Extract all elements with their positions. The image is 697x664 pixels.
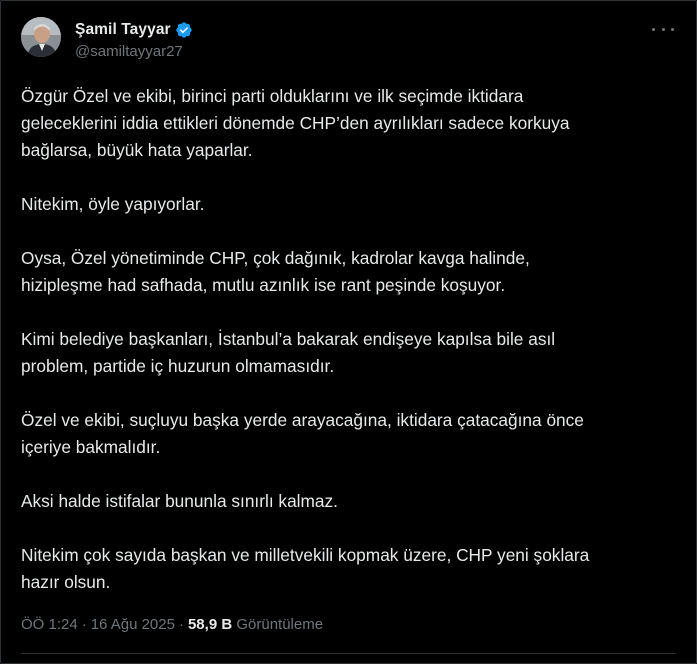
tweet-line: geleceklerini iddia ettikleri dönemde CH… [21,113,570,133]
verified-badge-icon [175,21,193,39]
tweet-line: hazır olsun. [21,572,111,592]
tweet-card: Şamil Tayyar @samiltayyar27 Özgür Özel v… [0,0,697,664]
author-handle[interactable]: @samiltayyar27 [75,43,183,60]
author-name-row: Şamil Tayyar [75,20,193,40]
tweet-header: Şamil Tayyar @samiltayyar27 [21,17,676,65]
tweet-line: Nitekim çok sayıda başkan ve milletvekil… [21,545,590,565]
tweet-paragraph: Aksi halde istifalar bununla sınırlı kal… [21,488,661,515]
tweet-line: Nitekim, öyle yapıyorlar. [21,194,205,214]
tweet-line: problem, partide iç huzurun olmamasıdır. [21,356,335,376]
tweet-paragraph: Oysa, Özel yönetiminde CHP, çok dağınık,… [21,245,661,299]
tweet-meta: ÖÖ 1:24 · 16 Ağu 2025 · 58,9 B Görüntüleme [21,616,323,633]
views-count: 58,9 B [187,616,233,633]
more-options-icon[interactable] [652,22,674,36]
tweet-paragraph: Nitekim çok sayıda başkan ve milletvekil… [21,542,661,596]
tweet-line: Kimi belediye başkanları, İstanbul’a bak… [21,329,556,349]
tweet-line: Özel ve ekibi, suçluyu başka yerde araya… [21,410,584,430]
tweet-date[interactable]: 16 Ağu 2025 [91,616,175,633]
tweet-line: bağlarsa, büyük hata yaparlar. [21,140,253,160]
tweet-paragraph: Kimi belediye başkanları, İstanbul’a bak… [21,326,661,380]
tweet-line: Aksi halde istifalar bununla sınırlı kal… [21,491,338,511]
tweet-line: Özgür Özel ve ekibi, birinci parti olduk… [21,86,524,106]
divider [21,653,676,654]
more-dot [671,27,674,31]
meta-separator: · [81,616,87,633]
more-dot [652,27,655,31]
tweet-line: hizipleşme had safhada, mutlu azınlık is… [21,275,506,295]
more-dot [661,27,665,31]
tweet-line: Oysa, Özel yönetiminde CHP, çok dağınık,… [21,248,530,268]
tweet-text: Özgür Özel ve ekibi, birinci parti olduk… [21,83,661,596]
tweet-paragraph: Özgür Özel ve ekibi, birinci parti olduk… [21,83,661,164]
meta-separator: · [178,616,184,633]
tweet-time[interactable]: ÖÖ 1:24 [21,616,78,633]
tweet-paragraph: Özel ve ekibi, suçluyu başka yerde araya… [21,407,661,461]
avatar-image [21,17,61,57]
author-display-name[interactable]: Şamil Tayyar [75,21,171,39]
views-label: Görüntüleme [236,616,324,633]
tweet-line: içeriye bakmalıdır. [21,437,161,457]
avatar[interactable] [21,17,61,57]
tweet-paragraph: Nitekim, öyle yapıyorlar. [21,191,661,218]
